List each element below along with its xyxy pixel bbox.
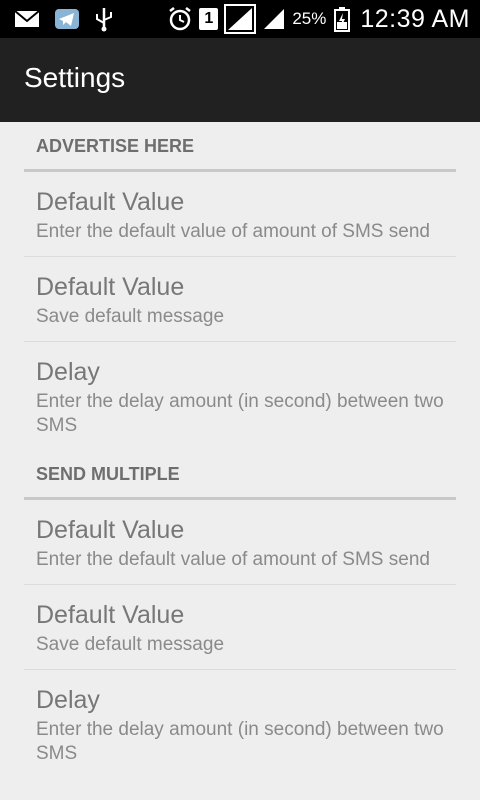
pref-title: Default Value (36, 188, 185, 216)
section-header-advertise: ADVERTISE HERE (24, 122, 456, 172)
battery-icon (334, 6, 351, 32)
pref-title: Default Value (36, 601, 185, 629)
clock: 12:39 AM (360, 4, 470, 33)
page-title: Settings (24, 62, 126, 93)
usb-icon (94, 6, 114, 32)
alarm-icon (167, 6, 193, 32)
pref-delay[interactable]: Delay Enter the delay amount (in second)… (24, 342, 456, 450)
pref-title: Delay (36, 686, 100, 714)
pref-default-value-amount[interactable]: Default Value Enter the default value of… (24, 172, 456, 257)
settings-list[interactable]: ADVERTISE HERE Default Value Enter the d… (0, 122, 480, 800)
pref-summary: Enter the delay amount (in second) betwe… (36, 719, 444, 764)
pref-delay[interactable]: Delay Enter the delay amount (in second)… (24, 670, 456, 778)
battery-percent: 25% (292, 9, 327, 28)
pref-title: Delay (36, 358, 100, 386)
system-icons: 1 25% 12:39 AM (167, 0, 470, 38)
pref-summary: Enter the default value of amount of SMS… (36, 549, 430, 570)
section-header-send-multiple: SEND MULTIPLE (24, 450, 456, 500)
sim-1-icon: 1 (199, 8, 219, 30)
pref-title: Default Value (36, 273, 185, 301)
pref-summary: Enter the default value of amount of SMS… (36, 221, 430, 242)
telegram-icon (54, 8, 80, 30)
pref-summary: Save default message (36, 634, 225, 655)
status-bar: 1 25% 12:39 AM (0, 0, 480, 38)
mail-icon (14, 9, 40, 29)
pref-summary: Save default message (36, 306, 225, 327)
pref-default-value-message[interactable]: Default Value Save default message (24, 585, 456, 670)
pref-default-value-message[interactable]: Default Value Save default message (24, 257, 456, 342)
signal-icon-2 (262, 7, 286, 31)
pref-default-value-amount[interactable]: Default Value Enter the default value of… (24, 500, 456, 585)
notification-icons (14, 5, 114, 33)
pref-title: Default Value (36, 516, 185, 544)
signal-icon (224, 4, 257, 34)
pref-summary: Enter the delay amount (in second) betwe… (36, 391, 444, 436)
action-bar: Settings (0, 38, 480, 122)
